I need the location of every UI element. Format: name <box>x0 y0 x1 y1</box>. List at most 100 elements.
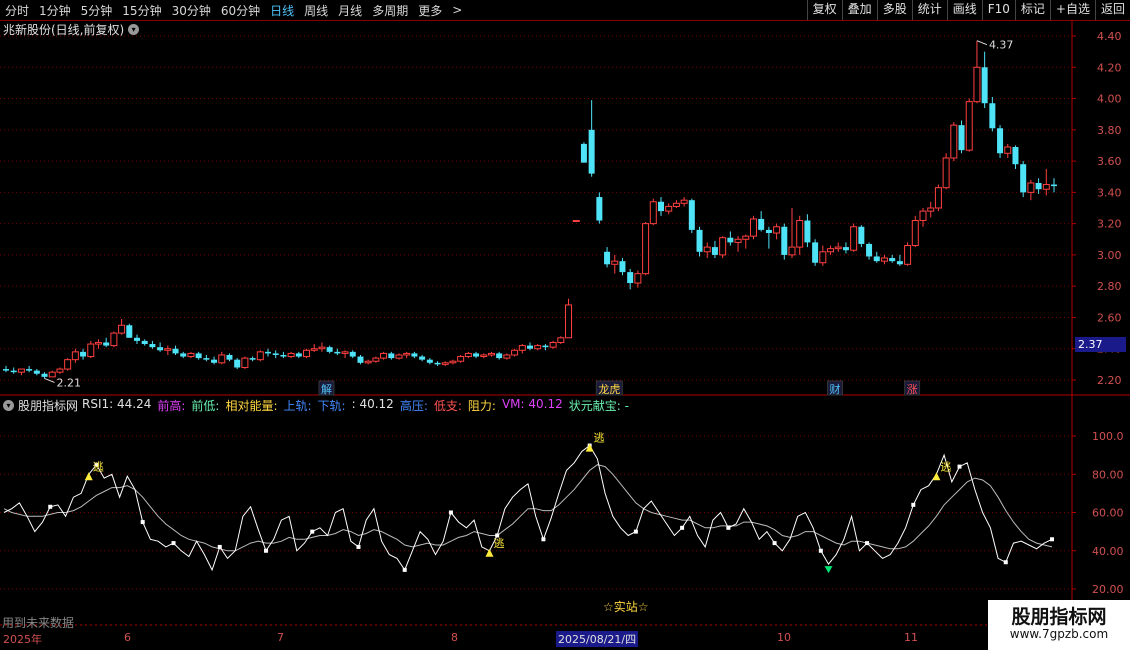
candle-body <box>411 353 418 357</box>
candle-body <box>172 348 179 354</box>
candle-body <box>719 237 727 256</box>
event-marker: 财 <box>830 382 841 396</box>
candle-body <box>742 235 750 240</box>
max-pointer <box>976 40 988 46</box>
candle-body <box>873 256 880 262</box>
rsi-marker <box>217 544 222 549</box>
toolbar-button[interactable]: 多股 <box>876 0 912 20</box>
price-tick-label: 3.00 <box>1097 249 1122 262</box>
period-tab[interactable]: 日线 <box>265 2 299 19</box>
chevron-down-icon[interactable]: ▾ <box>128 24 140 35</box>
escape-signal: 逃 <box>940 460 951 473</box>
period-tab[interactable]: 分时 <box>0 2 34 19</box>
period-tab[interactable]: 5分钟 <box>76 2 118 19</box>
candle-body <box>511 349 519 356</box>
candle-body <box>441 362 449 365</box>
candle-body <box>765 229 772 234</box>
candle-body <box>781 226 788 255</box>
candle-body <box>596 197 603 221</box>
top-toolbar: 分时 1分钟 5分钟 15分钟 30分钟 60分钟 日线 周线 月线 多周期 更多 > 复权 叠加 多股统… <box>0 0 1130 21</box>
toolbar-button[interactable]: 复权 <box>806 0 842 20</box>
price-tick-label: 3.40 <box>1097 186 1122 199</box>
stock-title-text[interactable]: 兆新股份(日线,前复权) <box>3 21 124 38</box>
candle-body <box>295 353 302 357</box>
candlestick-chart[interactable]: 4.40 4.20 4.00 3.80 3.60 3.40 3.20 3.00 2.80 2.60… <box>0 0 1130 650</box>
rsi-tick-label: 100.0 <box>1092 430 1124 443</box>
candle-body <box>87 343 95 358</box>
candle-body <box>380 352 388 359</box>
indicator-value: 低支: <box>433 399 462 413</box>
min-pointer <box>44 377 55 383</box>
candle-body <box>958 125 965 151</box>
signal-triangle-up <box>585 443 594 452</box>
candle-body <box>41 373 48 377</box>
chevron-right-icon[interactable]: > <box>447 3 467 17</box>
rsi-marker <box>495 533 500 538</box>
candle-body <box>1042 184 1050 190</box>
period-tab[interactable]: 更多 <box>413 2 447 19</box>
rsi-marker <box>94 462 99 467</box>
candle-body <box>464 352 472 358</box>
signal-triangle-up <box>84 472 93 481</box>
candle-body <box>904 245 912 265</box>
toolbar-button[interactable]: +自选 <box>1049 0 1095 20</box>
period-tab[interactable]: 1分钟 <box>34 2 76 19</box>
rsi-marker <box>1003 560 1008 565</box>
chevron-down-icon[interactable]: ▾ <box>3 400 14 411</box>
candle-body <box>3 369 9 371</box>
candle-body <box>103 342 110 346</box>
candle-body <box>164 348 172 351</box>
candle-body <box>880 257 888 262</box>
candle-body <box>819 251 827 264</box>
rsi-tick-label: 40.00 <box>1092 545 1124 558</box>
period-tab[interactable]: 月线 <box>333 2 367 19</box>
candle-body <box>364 360 372 364</box>
candle-body <box>241 357 249 368</box>
event-marker-bg <box>595 380 623 396</box>
current-price-label: 2.37 <box>1075 337 1126 352</box>
period-tab[interactable]: 30分钟 <box>167 2 216 19</box>
candle-body <box>195 353 202 359</box>
candle-body <box>1027 182 1035 193</box>
toolbar-button[interactable]: F10 <box>981 0 1015 20</box>
price-tick-label: 4.00 <box>1097 93 1122 106</box>
candle-body <box>557 337 565 343</box>
candle-body <box>480 354 488 358</box>
candle-body <box>134 337 140 341</box>
toolbar-button[interactable]: 返回 <box>1094 0 1130 20</box>
event-marker: 解 <box>321 382 332 396</box>
candle-body <box>611 260 619 265</box>
candle-body <box>226 354 233 360</box>
future-data-warning: 用到未来数据 <box>2 616 75 630</box>
candle-body <box>403 352 411 356</box>
toolbar-button[interactable]: 标记 <box>1014 0 1050 20</box>
candle-body <box>688 200 695 230</box>
candle-body <box>33 370 40 374</box>
candle-body <box>234 359 241 368</box>
toolbar-button[interactable]: 统计 <box>911 0 947 20</box>
period-tab[interactable]: 60分钟 <box>216 2 265 19</box>
candle-body <box>727 237 734 243</box>
candle-body <box>827 248 835 253</box>
candle-body <box>919 210 927 222</box>
candle-body <box>989 103 996 129</box>
toolbar-button[interactable]: 画线 <box>946 0 982 20</box>
candle-body <box>334 351 341 354</box>
candle-body <box>580 143 587 163</box>
toolbar-button[interactable]: 叠加 <box>841 0 877 20</box>
candle-body <box>703 246 711 253</box>
period-tab[interactable]: 多周期 <box>367 2 413 19</box>
rsi-tick-label: 80.00 <box>1092 468 1124 481</box>
rsi-tick-label: 20.00 <box>1092 583 1124 596</box>
price-tick-label: 3.80 <box>1097 124 1122 137</box>
indicator-value: 下轨: <box>317 399 346 413</box>
indicator-name[interactable]: 股朋指标网 <box>18 397 78 414</box>
candle-body <box>627 272 634 284</box>
date-label: 2025/08/21/四 <box>556 631 639 647</box>
period-tab[interactable]: 周线 <box>299 2 333 19</box>
candle-body <box>256 351 264 361</box>
indicator-value: : 40.12 <box>351 397 394 411</box>
candle-body <box>896 261 903 265</box>
rsi-marker <box>171 541 176 546</box>
period-tab[interactable]: 15分钟 <box>117 2 166 19</box>
